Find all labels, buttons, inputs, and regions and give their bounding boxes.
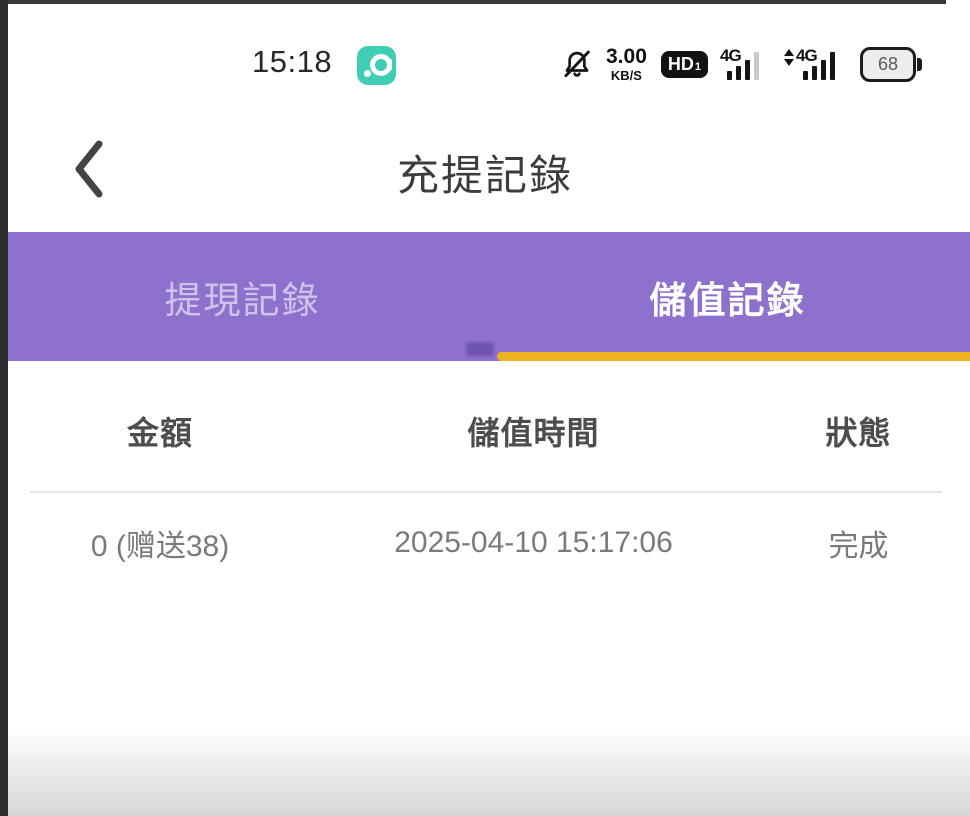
disc-tick xyxy=(389,67,392,70)
signal-bar xyxy=(821,60,826,80)
disc-app-icon xyxy=(357,46,396,85)
sim2-signal-icon: 4G xyxy=(784,46,848,82)
signal-bar xyxy=(812,66,817,80)
page-title: 充提記錄 xyxy=(0,142,970,203)
disc-tick xyxy=(389,59,392,64)
signal-bar xyxy=(830,52,835,80)
active-tab-indicator xyxy=(497,352,970,361)
battery-icon: 68 xyxy=(860,47,922,82)
table-header: 金額 儲值時間 狀態 xyxy=(0,398,970,464)
network-speed-value: 3.00 xyxy=(606,46,647,67)
status-icons: 3.00 KB/S HD 1 4G 4G xyxy=(560,36,922,92)
sim1-network-label: 4G xyxy=(720,46,741,66)
signal-bar-empty xyxy=(754,52,759,80)
bottom-shadow xyxy=(0,728,970,816)
sim1-signal-icon: 4G xyxy=(720,46,772,82)
disc-dot xyxy=(364,70,371,77)
tab-deposit-records[interactable]: 儲值記錄 xyxy=(485,232,970,361)
cell-deposit-time: 2025-04-10 15:17:06 xyxy=(320,526,747,560)
network-speed-unit: KB/S xyxy=(606,69,647,82)
page-header: 充提記錄 xyxy=(0,118,970,228)
column-deposit-time: 儲值時間 xyxy=(320,408,747,454)
status-bar: 15:18 3.00 KB/S HD 1 4G xyxy=(0,36,970,92)
cell-amount: 0 (赠送38) xyxy=(0,521,320,565)
table-row[interactable]: 0 (赠送38) 2025-04-10 15:17:06 完成 xyxy=(0,512,970,574)
column-amount: 金額 xyxy=(0,408,320,454)
signal-bar xyxy=(745,60,750,80)
table-divider xyxy=(30,491,942,493)
indicator-artifact xyxy=(466,342,494,356)
frame-left-edge xyxy=(0,0,8,816)
battery-nub xyxy=(917,58,922,71)
disc-ring xyxy=(370,54,392,76)
sim2-network-label: 4G xyxy=(796,46,817,66)
battery-percent: 68 xyxy=(860,47,916,82)
frame-top-edge xyxy=(0,0,946,4)
records-tab-bar: 提現記錄 儲值記錄 xyxy=(0,232,970,361)
cell-status: 完成 xyxy=(747,521,970,565)
phone-screen: 15:18 3.00 KB/S HD 1 4G xyxy=(0,0,970,816)
volte-hd-badge: HD 1 xyxy=(661,51,708,78)
network-speed: 3.00 KB/S xyxy=(606,46,647,82)
signal-bar xyxy=(736,66,741,80)
volte-sim-index: 1 xyxy=(695,62,701,73)
tab-withdrawal-records[interactable]: 提現記錄 xyxy=(0,232,485,361)
column-status: 狀態 xyxy=(747,408,970,454)
data-transfer-arrows-icon xyxy=(784,49,793,67)
signal-bar xyxy=(727,71,732,80)
notification-muted-icon xyxy=(560,46,594,82)
status-time: 15:18 xyxy=(252,44,332,80)
signal-bar xyxy=(803,71,808,80)
volte-hd-label: HD xyxy=(668,55,694,73)
